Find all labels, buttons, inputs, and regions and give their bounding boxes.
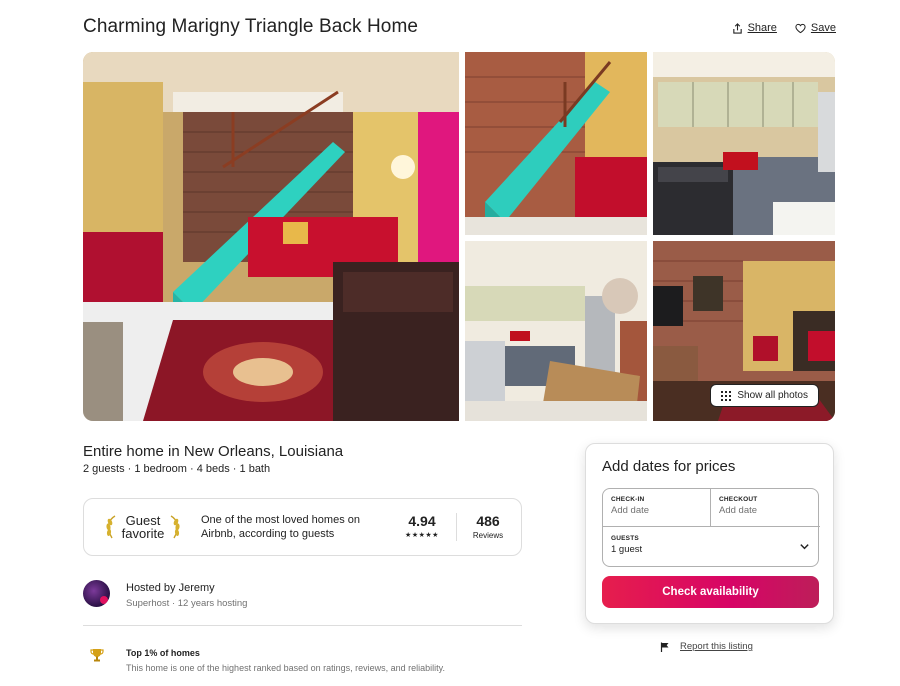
host-avatar[interactable] [83,580,110,607]
reviews-block[interactable]: 486 Reviews [468,513,508,540]
guests-value: 1 guest [611,544,643,555]
host-subtitle: Superhost · 12 years hosting [126,598,248,609]
report-listing-label: Report this listing [680,641,753,652]
photo-kitchen[interactable] [653,52,835,235]
check-availability-button[interactable]: Check availability [602,576,819,608]
photo-staircase[interactable] [465,52,647,235]
show-all-photos-label: Show all photos [737,390,808,401]
photo-living-room-main[interactable] [83,52,459,421]
top-actions: Share Save [732,22,836,34]
photo-kitchen-dining[interactable] [465,241,647,421]
booking-title: Add dates for prices [602,458,736,475]
guest-favorite-description: One of the most loved homes on Airbnb, a… [201,514,360,540]
divider [456,513,457,541]
reviews-label: Reviews [472,531,504,540]
rating-stars: ★★★★★ [405,532,439,539]
laurel-left-icon [106,515,116,539]
photo-gallery: Show all photos [83,52,835,421]
guests-label: GUESTS [611,535,639,542]
share-label: Share [747,22,777,34]
listing-title: Charming Marigny Triangle Back Home [83,16,419,37]
save-label: Save [810,22,836,34]
checkout-field[interactable]: CHECKOUT Add date [711,489,820,526]
laurel-right-icon [170,515,180,539]
date-guest-picker: CHECK-IN Add date CHECKOUT Add date GUES… [602,488,820,567]
host-name: Hosted by Jeremy [126,582,215,594]
checkout-value: Add date [719,505,758,516]
rating-value: 4.94 [408,513,436,529]
flag-icon [660,642,669,652]
reviews-count: 486 [476,513,500,529]
guests-select[interactable]: GUESTS 1 guest [603,526,820,567]
guest-favorite-badge: Guest favorite [100,512,186,542]
rating-block: 4.94 ★★★★★ [402,513,442,539]
chevron-down-icon [800,544,809,550]
save-button[interactable]: Save [795,22,836,34]
photo-living-room-tv[interactable]: Show all photos [653,241,835,421]
guest-favorite-label-line2: favorite [121,526,165,541]
checkin-value: Add date [611,505,650,516]
top-homes-title: Top 1% of homes [126,648,200,658]
report-listing-link[interactable]: Report this listing [660,641,753,652]
checkin-label: CHECK-IN [611,496,645,503]
grid-icon [721,390,732,401]
checkout-label: CHECKOUT [719,496,758,503]
heart-icon [795,23,806,33]
listing-subtitle: Entire home in New Orleans, Louisiana [83,443,344,460]
guest-favorite-card[interactable]: Guest favorite One of the most loved hom… [83,498,522,556]
show-all-photos-button[interactable]: Show all photos [710,384,819,407]
share-button[interactable]: Share [732,22,777,34]
guest-favorite-label: Guest favorite [118,514,169,540]
share-icon [732,22,742,34]
listing-details: 2 guests · 1 bedroom · 4 beds · 1 bath [83,463,271,475]
checkin-field[interactable]: CHECK-IN Add date [603,489,711,526]
trophy-icon [90,649,104,662]
top-homes-description: This home is one of the highest ranked b… [126,663,446,673]
section-divider [83,625,522,626]
booking-card: Add dates for prices CHECK-IN Add date C… [585,443,834,624]
